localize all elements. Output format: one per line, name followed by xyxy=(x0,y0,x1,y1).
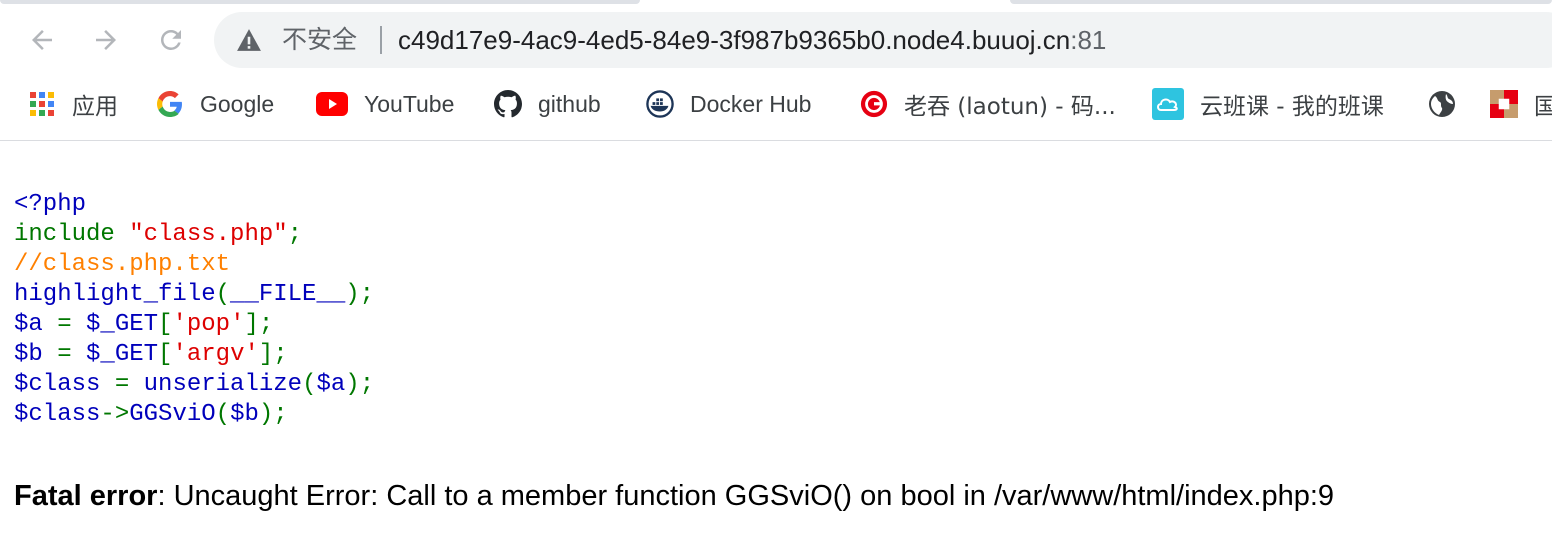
code-token: "class.php" xyxy=(129,221,288,248)
reload-icon xyxy=(160,29,181,50)
code-token: ); xyxy=(345,281,375,308)
back-arrow-icon xyxy=(32,30,52,50)
code-token: [ xyxy=(158,341,173,368)
cloud-class-icon xyxy=(1152,88,1184,120)
bookmark-youtube[interactable]: YouTube xyxy=(316,80,454,128)
code-token: ); xyxy=(345,371,375,398)
bookmark-docker-hub[interactable]: Docker Hub xyxy=(646,80,811,128)
code-token: $b xyxy=(230,401,259,428)
bookmark-github[interactable]: github xyxy=(494,80,601,128)
code-token: 'pop' xyxy=(172,311,245,338)
code-token: $class xyxy=(14,401,101,428)
bookmark-label: 老吞 (laotun) - 码... xyxy=(904,94,1116,120)
code-token: ]; xyxy=(258,341,288,368)
code-token: $_GET xyxy=(86,311,159,338)
chrome-divider xyxy=(0,140,1552,141)
code-token: = xyxy=(57,311,87,338)
code-line: include "class.php"; xyxy=(14,220,374,250)
code-token: include xyxy=(14,221,130,248)
code-token: ; xyxy=(287,221,303,248)
laotun-icon xyxy=(860,90,888,118)
code-token: ( xyxy=(215,401,231,428)
code-token: = xyxy=(114,371,144,398)
bookmark-site[interactable]: 国 xyxy=(1490,80,1552,128)
bookmarks-bar: 应用 Google YouTube github Docker Hub 老吞 (… xyxy=(0,80,1552,128)
code-comment: //class.php.txt xyxy=(14,251,231,278)
bookmark-google[interactable]: Google xyxy=(156,80,274,128)
code-token: ); xyxy=(258,401,288,428)
code-token: $class xyxy=(14,371,115,398)
bookmark-label: 应用 xyxy=(72,94,118,120)
code-token: = xyxy=(57,341,87,368)
code-token: <?php xyxy=(14,191,87,218)
code-token: GGSviO xyxy=(129,401,216,428)
bookmark-apps[interactable]: 应用 xyxy=(28,80,118,128)
bookmark-label: Google xyxy=(200,90,275,117)
url-text[interactable]: c49d17e9-4ac9-4ed5-84e9-3f987b9365b0.nod… xyxy=(398,24,1106,56)
bookmark-cloud-class[interactable]: 云班课 - 我的班课 xyxy=(1152,80,1384,128)
code-line: $a = $_GET['pop']; xyxy=(14,310,374,340)
bookmark-label: 国 xyxy=(1534,94,1552,120)
code-line: $class = unserialize($a); xyxy=(14,370,374,400)
code-line: highlight_file(__FILE__); xyxy=(14,280,374,310)
php-source-code: <?php include "class.php";//class.php.txt… xyxy=(14,190,374,430)
code-line: <?php xyxy=(14,190,374,220)
code-token: __FILE__ xyxy=(230,281,346,308)
bookmark-label: github xyxy=(538,90,601,117)
bookmark-label: Docker Hub xyxy=(690,90,812,117)
code-line: $b = $_GET['argv']; xyxy=(14,340,374,370)
code-token: ]; xyxy=(244,311,274,338)
forward-arrow-icon xyxy=(96,30,116,50)
apps-grid-icon xyxy=(28,90,56,118)
globe-icon xyxy=(1428,90,1456,118)
url-host: c49d17e9-4ac9-4ed5-84e9-3f987b9365b0.nod… xyxy=(398,25,1071,55)
code-token: $b xyxy=(14,341,58,368)
code-token: ( xyxy=(215,281,231,308)
back-button[interactable] xyxy=(24,22,60,58)
code-token: highlight_file xyxy=(14,281,216,308)
tab-strip-edge xyxy=(1010,0,1552,4)
docker-icon xyxy=(646,90,674,118)
code-token: 'argv' xyxy=(172,341,259,368)
code-token: $a xyxy=(316,371,346,398)
address-bar[interactable]: 不安全 c49d17e9-4ac9-4ed5-84e9-3f987b9365b0… xyxy=(214,12,1552,68)
bookmark-site-icon xyxy=(1490,90,1518,118)
code-token: -> xyxy=(100,401,130,428)
bookmark-label: YouTube xyxy=(364,90,455,117)
code-token: [ xyxy=(158,311,173,338)
forward-button[interactable] xyxy=(88,22,124,58)
address-divider xyxy=(380,26,382,54)
browser-chrome: 不安全 c49d17e9-4ac9-4ed5-84e9-3f987b9365b0… xyxy=(0,0,1552,141)
code-token: $_GET xyxy=(86,341,159,368)
youtube-icon xyxy=(316,90,348,118)
warning-icon[interactable] xyxy=(236,28,262,52)
code-token: ( xyxy=(302,371,317,398)
code-token: unserialize xyxy=(143,371,303,398)
code-line: $class->GGSviO($b); xyxy=(14,400,374,430)
code-line: //class.php.txt xyxy=(14,250,374,280)
url-port: :81 xyxy=(1070,25,1107,55)
google-icon xyxy=(156,90,184,118)
fatal-error-message: Fatal error: Uncaught Error: Call to a m… xyxy=(14,476,1334,516)
bookmark-globe[interactable] xyxy=(1428,80,1456,128)
tab-strip-edge xyxy=(0,0,640,4)
github-icon xyxy=(494,90,522,118)
code-token: $a xyxy=(14,311,58,338)
error-title: Fatal error xyxy=(14,480,158,512)
reload-button[interactable] xyxy=(153,22,189,58)
error-text: : Uncaught Error: Call to a member funct… xyxy=(157,480,1335,512)
bookmark-laotun[interactable]: 老吞 (laotun) - 码... xyxy=(860,80,1116,128)
bookmark-label: 云班课 - 我的班课 xyxy=(1200,94,1384,120)
security-status-label[interactable]: 不安全 xyxy=(282,24,357,56)
